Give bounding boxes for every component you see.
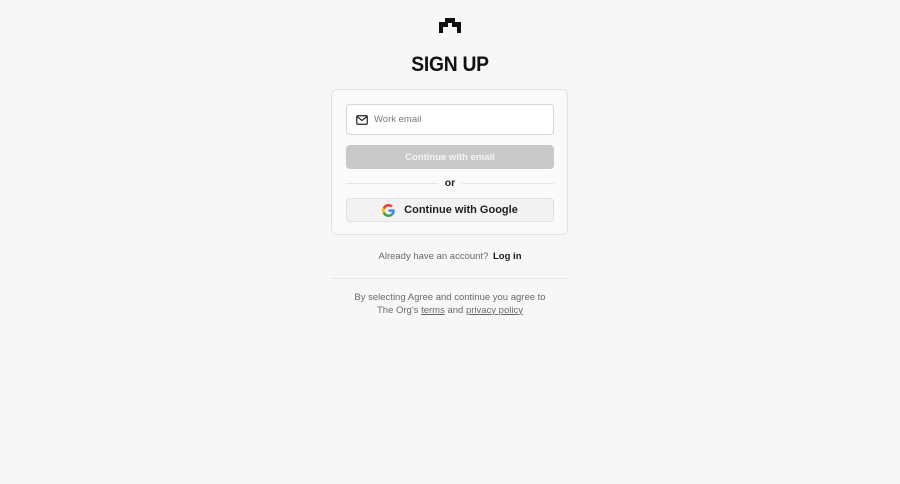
or-divider: or bbox=[346, 176, 554, 190]
the-org-logo-icon[interactable] bbox=[439, 18, 461, 33]
page-title: SIGN UP bbox=[411, 53, 489, 76]
signup-page: SIGN UP Continue with email or Continue … bbox=[0, 0, 900, 484]
login-prompt: Already have an account? Log in bbox=[0, 251, 900, 263]
section-divider bbox=[331, 278, 568, 279]
signup-card: Continue with email or Continue with Goo… bbox=[331, 89, 568, 235]
email-input[interactable] bbox=[374, 114, 544, 125]
login-link[interactable]: Log in bbox=[493, 251, 522, 262]
legal-notice: By selecting Agree and continue you agre… bbox=[345, 292, 555, 317]
legal-conjunction: and bbox=[447, 304, 464, 316]
terms-link[interactable]: terms bbox=[421, 305, 445, 316]
privacy-policy-link[interactable]: privacy policy bbox=[466, 305, 523, 316]
email-field[interactable] bbox=[346, 104, 554, 135]
google-icon bbox=[382, 203, 395, 217]
login-prompt-text: Already have an account? bbox=[378, 251, 489, 262]
google-button-label: Continue with Google bbox=[404, 204, 518, 216]
continue-with-email-button[interactable]: Continue with email bbox=[346, 145, 554, 169]
divider-line-right bbox=[462, 183, 554, 184]
mail-icon bbox=[356, 114, 368, 125]
continue-with-google-button[interactable]: Continue with Google bbox=[346, 198, 554, 222]
